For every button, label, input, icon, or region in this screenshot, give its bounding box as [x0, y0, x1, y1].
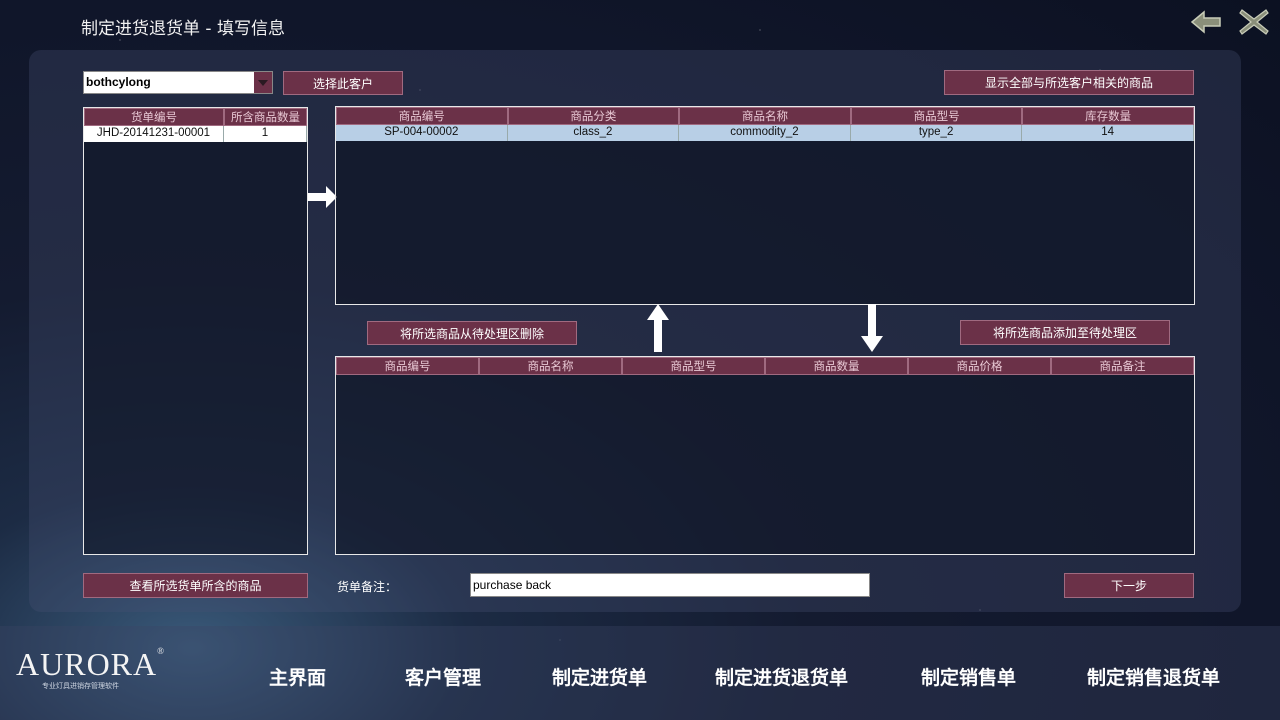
add-to-pending-button[interactable]: 将所选商品添加至待处理区 — [960, 320, 1170, 345]
orders-table[interactable]: 货单编号 所含商品数量 JHD-20141231-00001 1 — [83, 107, 308, 555]
column-header[interactable]: 商品编号 — [336, 107, 508, 125]
show-all-goods-button[interactable]: 显示全部与所选客户相关的商品 — [944, 70, 1194, 95]
window-title: 制定进货退货单 - 填写信息 — [81, 19, 285, 39]
select-customer-button[interactable]: 选择此客户 — [283, 71, 403, 95]
order-note-label: 货单备注： — [337, 580, 398, 594]
table-cell: commodity_2 — [679, 125, 851, 141]
table-cell: SP-004-00002 — [336, 125, 508, 141]
products-table[interactable]: 商品编号 商品分类 商品名称 商品型号 库存数量 SP-004-00002 cl… — [335, 106, 1195, 305]
up-arrow-icon — [647, 304, 669, 352]
nav-main[interactable]: 主界面 — [269, 663, 326, 690]
table-cell: JHD-20141231-00001 — [84, 126, 224, 142]
back-arrow-icon[interactable] — [1190, 8, 1222, 36]
column-header[interactable]: 货单编号 — [84, 108, 224, 126]
column-header[interactable]: 所含商品数量 — [224, 108, 307, 126]
column-header[interactable]: 商品型号 — [622, 357, 765, 375]
close-icon[interactable] — [1238, 8, 1270, 36]
column-header[interactable]: 商品名称 — [679, 107, 851, 125]
table-cell: 1 — [224, 126, 307, 142]
logo-reg-mark: ® — [157, 646, 165, 656]
table-row[interactable]: JHD-20141231-00001 1 — [84, 126, 307, 142]
chevron-down-icon[interactable] — [254, 72, 272, 93]
table-cell: 14 — [1022, 125, 1194, 141]
down-arrow-icon — [861, 304, 883, 352]
view-order-goods-button[interactable]: 查看所选货单所含的商品 — [83, 573, 308, 598]
column-header[interactable]: 商品型号 — [850, 107, 1023, 125]
table-cell: type_2 — [850, 125, 1023, 141]
nav-sales-return-order[interactable]: 制定销售退货单 — [1087, 663, 1220, 690]
column-header[interactable]: 商品价格 — [908, 357, 1051, 375]
column-header[interactable]: 商品分类 — [507, 107, 680, 125]
right-arrow-icon — [308, 186, 337, 208]
column-header[interactable]: 商品数量 — [765, 357, 908, 375]
pending-table-header: 商品编号 商品名称 商品型号 商品数量 商品价格 商品备注 — [336, 357, 1194, 375]
order-note-input[interactable] — [470, 573, 870, 597]
orders-table-header: 货单编号 所含商品数量 — [84, 108, 307, 126]
column-header[interactable]: 商品编号 — [336, 357, 479, 375]
brand-logo: AURORA® 专业灯具进销存管理软件 — [16, 646, 165, 691]
nav-purchase-return-order[interactable]: 制定进货退货单 — [715, 663, 848, 690]
pending-table[interactable]: 商品编号 商品名称 商品型号 商品数量 商品价格 商品备注 — [335, 356, 1195, 555]
nav-purchase-order[interactable]: 制定进货单 — [552, 663, 647, 690]
nav-sales-order[interactable]: 制定销售单 — [921, 663, 1016, 690]
products-table-header: 商品编号 商品分类 商品名称 商品型号 库存数量 — [336, 107, 1194, 125]
customer-select-value: bothcylong — [86, 75, 151, 89]
logo-text: AURORA — [16, 646, 158, 682]
next-step-button[interactable]: 下一步 — [1064, 573, 1194, 598]
column-header[interactable]: 库存数量 — [1022, 107, 1194, 125]
customer-select[interactable]: bothcylong — [83, 71, 273, 94]
table-row[interactable]: SP-004-00002 class_2 commodity_2 type_2 … — [336, 125, 1194, 141]
table-cell: class_2 — [507, 125, 680, 141]
remove-from-pending-button[interactable]: 将所选商品从待处理区删除 — [367, 321, 577, 345]
column-header[interactable]: 商品备注 — [1051, 357, 1194, 375]
nav-customer-management[interactable]: 客户管理 — [405, 663, 481, 690]
column-header[interactable]: 商品名称 — [479, 357, 622, 375]
